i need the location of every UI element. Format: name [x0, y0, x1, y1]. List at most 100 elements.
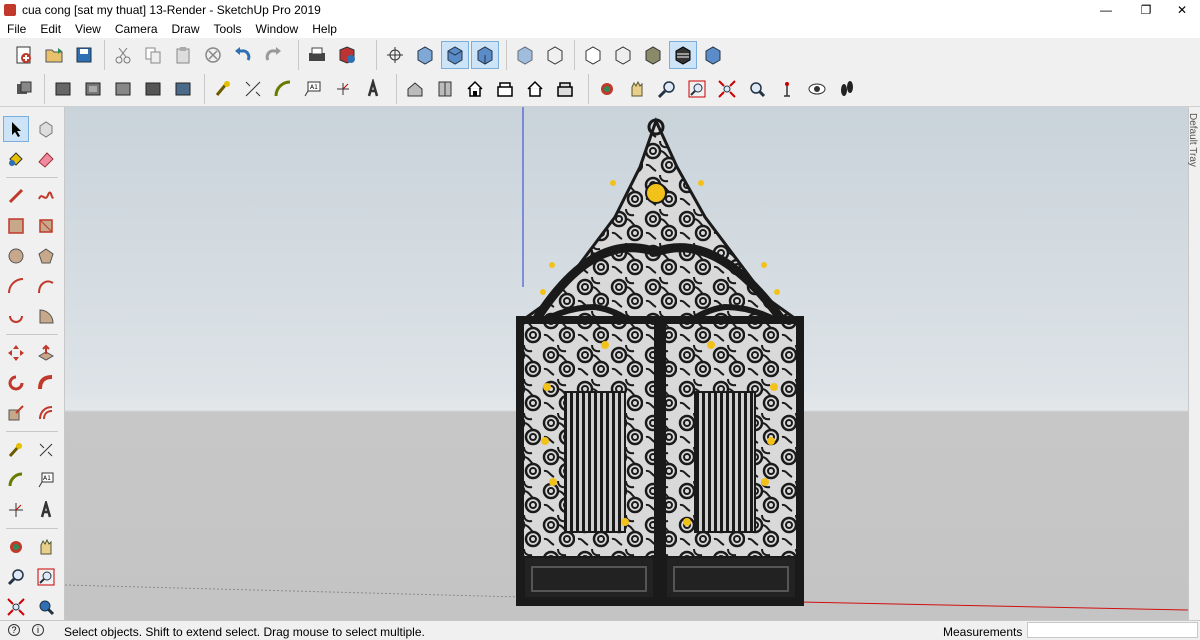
freehand-icon[interactable] [33, 183, 59, 209]
rectangle-icon[interactable] [3, 213, 29, 239]
wireframe-icon[interactable] [541, 41, 569, 69]
left-house-icon[interactable] [551, 75, 579, 103]
tape-measure-tool-icon[interactable] [3, 437, 29, 463]
attributes-icon[interactable] [169, 75, 197, 103]
model-canvas[interactable] [65, 107, 1188, 620]
zoom-extents-tool-icon[interactable] [3, 594, 29, 620]
circle-icon[interactable] [3, 243, 29, 269]
zoom-window-icon[interactable] [683, 75, 711, 103]
position-camera-icon[interactable] [773, 75, 801, 103]
look-around-icon[interactable] [803, 75, 831, 103]
zoom-tool-icon[interactable] [3, 564, 29, 590]
minimize-button[interactable]: — [1086, 0, 1126, 20]
scale-icon[interactable] [3, 400, 29, 426]
menu-view[interactable]: View [68, 22, 108, 36]
menu-tools[interactable]: Tools [207, 22, 249, 36]
palette-divider [6, 431, 58, 432]
pan-icon[interactable] [623, 75, 651, 103]
3d-text-tool-icon[interactable] [33, 497, 59, 523]
rotated-rectangle-icon[interactable] [33, 213, 59, 239]
open-icon[interactable] [40, 41, 68, 69]
options-icon[interactable] [139, 75, 167, 103]
geo-location-icon[interactable]: ? [8, 624, 20, 636]
menu-edit[interactable]: Edit [33, 22, 68, 36]
group-icon[interactable] [49, 75, 77, 103]
paint-bucket-icon[interactable] [3, 146, 29, 172]
top-house-icon[interactable] [431, 75, 459, 103]
two-point-arc-icon[interactable] [33, 273, 59, 299]
menu-window[interactable]: Window [249, 22, 306, 36]
offset-icon[interactable] [33, 400, 59, 426]
front-house-icon[interactable] [461, 75, 489, 103]
dynamic-component-icon[interactable] [79, 75, 107, 103]
arc-icon[interactable] [3, 273, 29, 299]
credits-icon[interactable]: i [32, 624, 44, 636]
zoom-extents-icon[interactable] [713, 75, 741, 103]
select-icon[interactable] [3, 116, 29, 142]
orbit-icon[interactable] [381, 41, 409, 69]
walk-icon[interactable] [833, 75, 861, 103]
make-component-icon[interactable] [33, 116, 59, 142]
interact-icon[interactable] [109, 75, 137, 103]
iso-house-icon[interactable] [401, 75, 429, 103]
model-info-icon[interactable] [333, 41, 361, 69]
copy-icon[interactable] [139, 41, 167, 69]
right-house-icon[interactable] [491, 75, 519, 103]
menu-file[interactable]: File [0, 22, 33, 36]
axes-icon[interactable] [329, 75, 357, 103]
eraser-icon[interactable] [33, 146, 59, 172]
cut-icon[interactable] [109, 41, 137, 69]
save-icon[interactable] [70, 41, 98, 69]
menu-camera[interactable]: Camera [108, 22, 165, 36]
front-view-icon[interactable] [471, 41, 499, 69]
paste-icon[interactable] [169, 41, 197, 69]
dimension-icon[interactable] [239, 75, 267, 103]
new-icon[interactable] [10, 41, 38, 69]
previous-view-icon[interactable] [743, 75, 771, 103]
monochrome-icon[interactable] [669, 41, 697, 69]
redo-icon[interactable] [259, 41, 287, 69]
protractor-tool-icon[interactable] [3, 467, 29, 493]
hidden-line-icon[interactable] [579, 41, 607, 69]
zoom-icon[interactable] [653, 75, 681, 103]
orbit-tool-icon[interactable] [3, 534, 29, 560]
move-icon[interactable] [3, 340, 29, 366]
restore-button[interactable]: ❐ [1126, 0, 1166, 20]
three-point-arc-icon[interactable] [3, 303, 29, 329]
push-pull-icon[interactable] [33, 340, 59, 366]
orbit-tool-icon[interactable] [593, 75, 621, 103]
color-faces-icon[interactable] [699, 41, 727, 69]
undo-icon[interactable] [229, 41, 257, 69]
close-button[interactable]: ✕ [1162, 0, 1200, 20]
rotate-icon[interactable] [3, 370, 29, 396]
default-tray-panel[interactable]: Default Tray [1187, 107, 1200, 620]
top-view-icon[interactable] [441, 41, 469, 69]
previous-view-tool-icon[interactable] [33, 594, 59, 620]
xray-icon[interactable] [511, 41, 539, 69]
measurements-input[interactable] [1027, 622, 1198, 638]
iso-view-icon[interactable] [411, 41, 439, 69]
polygon-icon[interactable] [33, 243, 59, 269]
dimensions-tool-icon[interactable] [33, 437, 59, 463]
pan-tool-icon[interactable] [33, 534, 59, 560]
ornamental-gate-model[interactable] [516, 116, 804, 606]
zoom-window-tool-icon[interactable] [33, 564, 59, 590]
print-icon[interactable] [303, 41, 331, 69]
3d-text-icon[interactable] [359, 75, 387, 103]
shaded-icon[interactable] [609, 41, 637, 69]
text-tool-icon[interactable]: A1 [33, 467, 59, 493]
pie-icon[interactable] [33, 303, 59, 329]
menu-draw[interactable]: Draw [165, 22, 207, 36]
shaded-textures-icon[interactable] [639, 41, 667, 69]
text-icon[interactable]: A1 [299, 75, 327, 103]
components-icon[interactable] [10, 75, 38, 103]
tape-measure-icon[interactable] [209, 75, 237, 103]
erase-icon[interactable] [199, 41, 227, 69]
protractor-icon[interactable] [269, 75, 297, 103]
line-icon[interactable] [3, 183, 29, 209]
axes-tool-icon[interactable] [3, 497, 29, 523]
back-house-icon[interactable] [521, 75, 549, 103]
drawing-viewport[interactable] [65, 107, 1188, 620]
menu-help[interactable]: Help [305, 22, 344, 36]
follow-me-icon[interactable] [33, 370, 59, 396]
